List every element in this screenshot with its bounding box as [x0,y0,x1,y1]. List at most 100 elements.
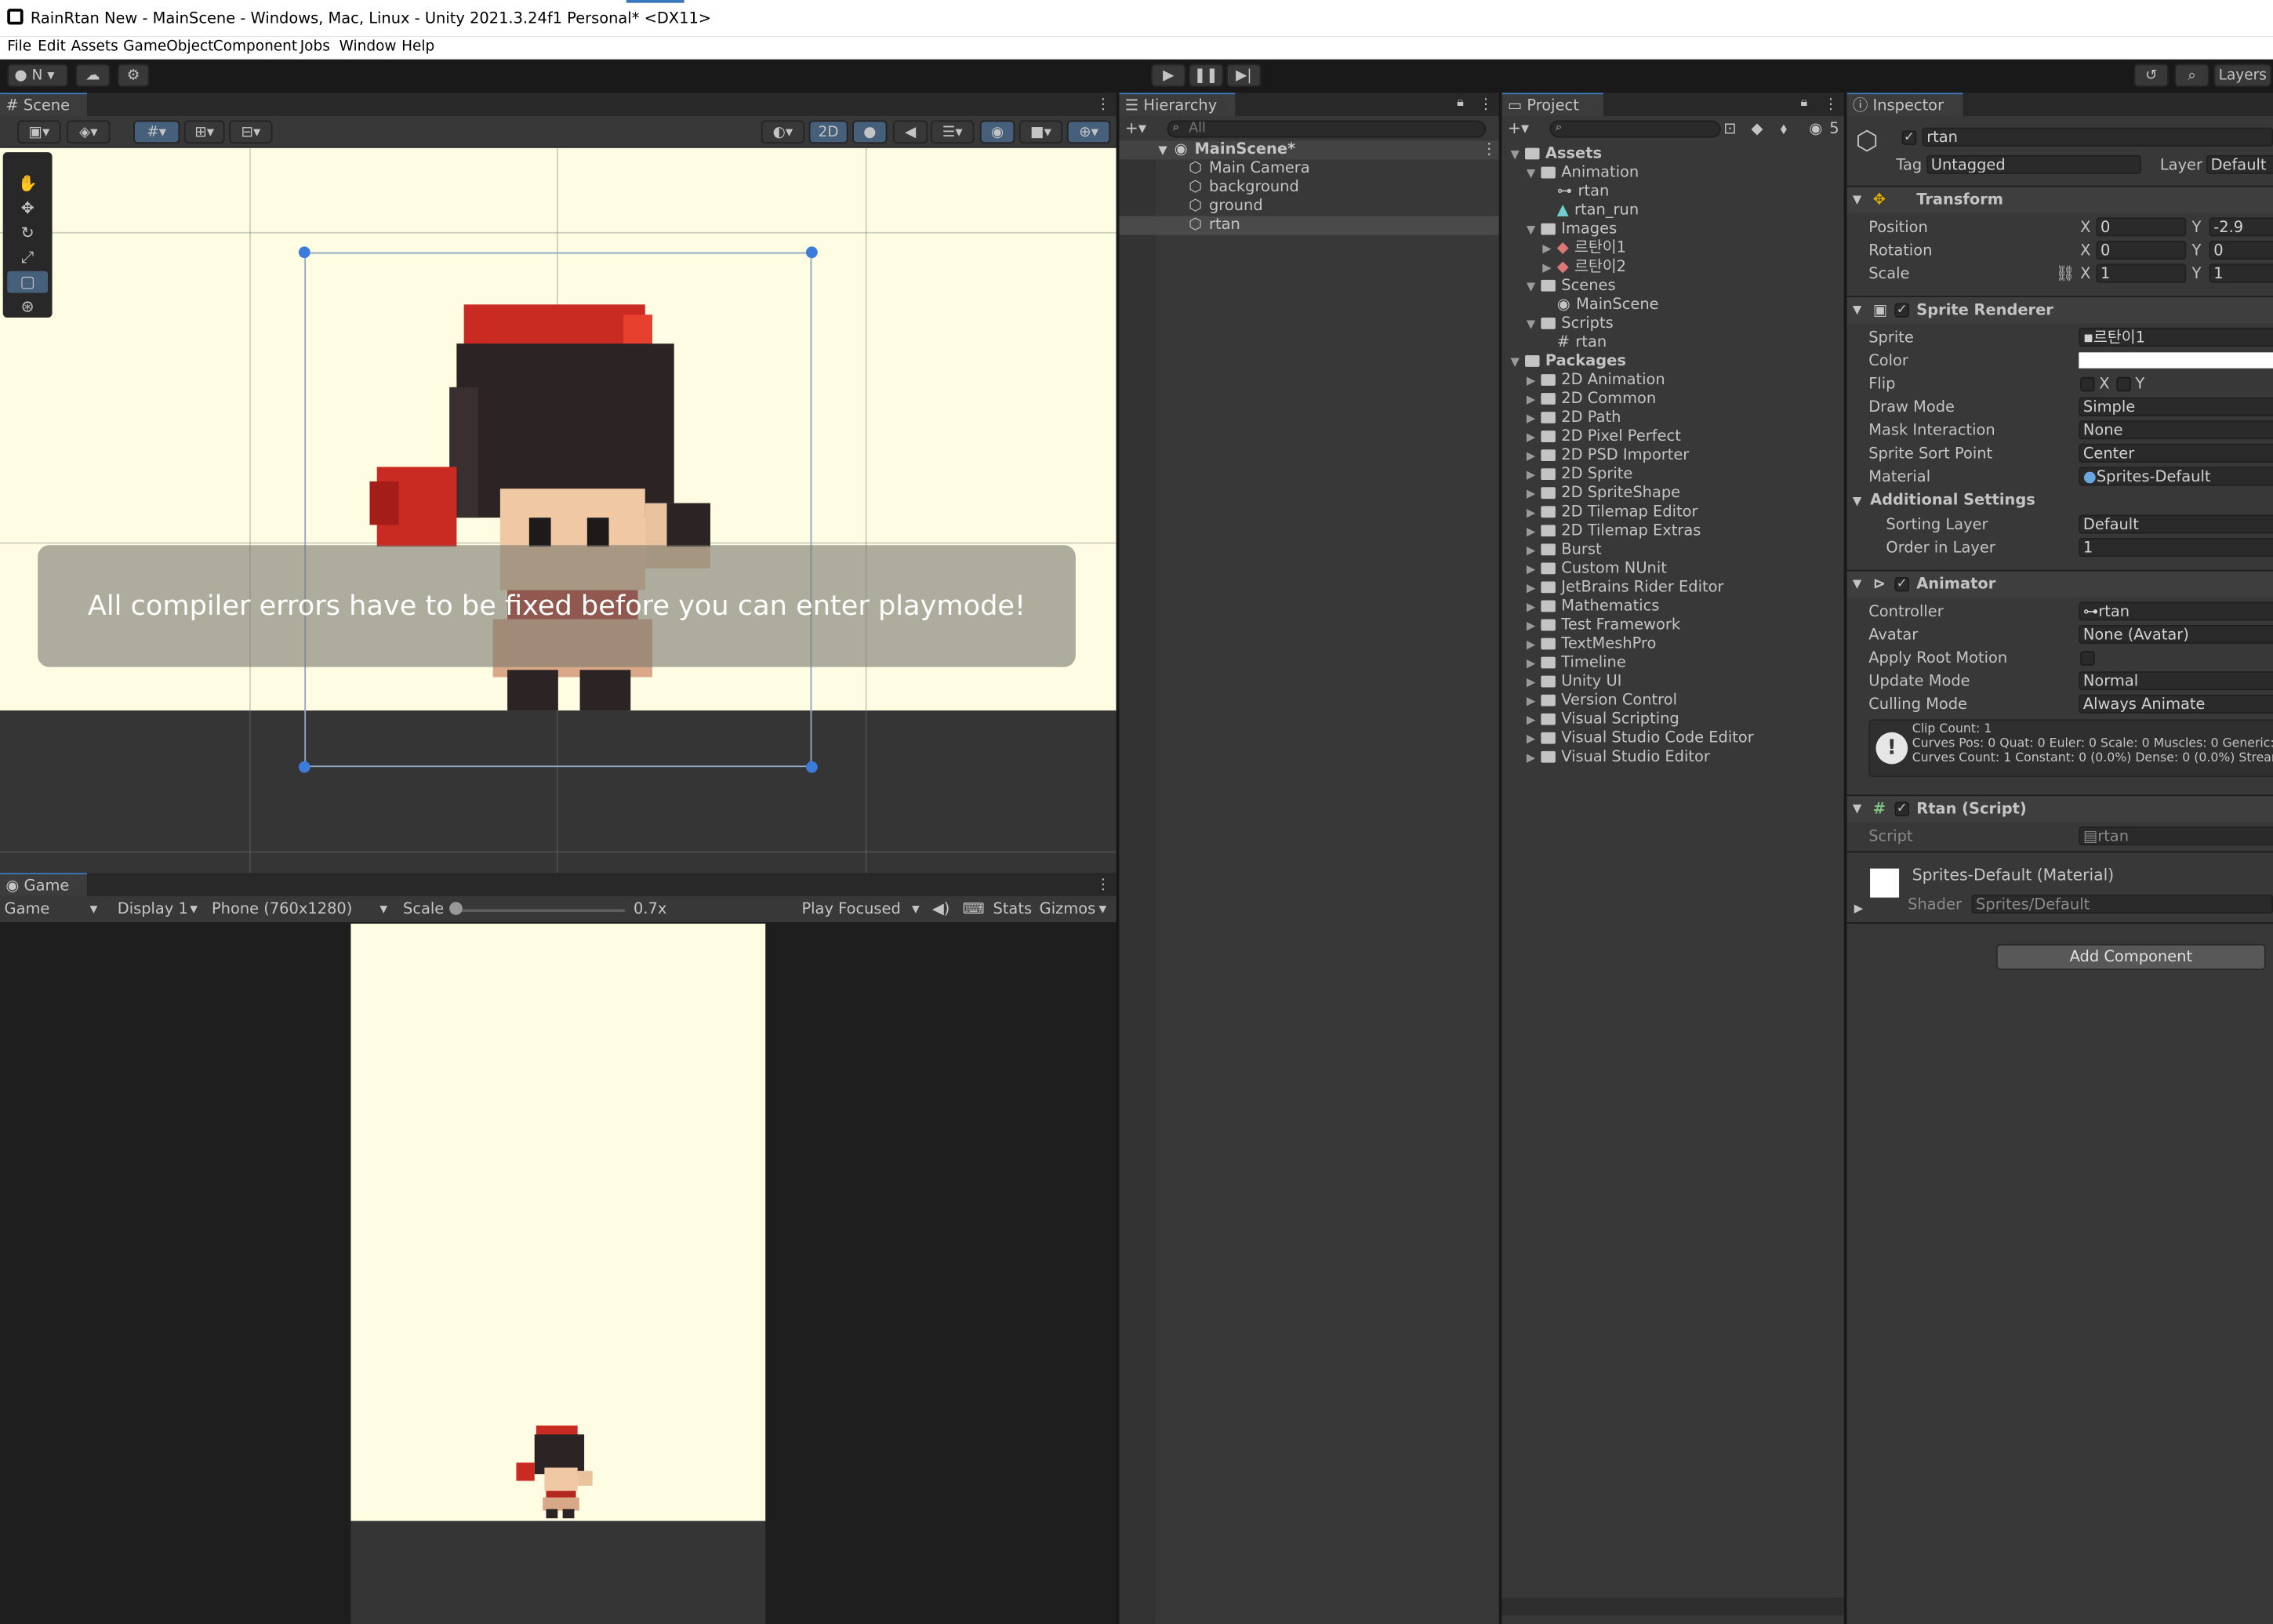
tag-select[interactable]: Untagged [1926,154,2141,174]
project-item[interactable]: ▶ Test Framework [1527,616,1680,635]
rect-handle[interactable] [298,246,310,259]
search-by-label-icon[interactable]: ◆ [1751,120,1763,137]
active-checkbox[interactable]: ✓ [1901,130,1917,145]
project-add-button[interactable]: +▾ [1508,119,1529,138]
chevron-down-icon[interactable]: ▼ [1527,164,1541,183]
scene-row[interactable]: ▼ ◉ MainScene* ⋮ [1119,140,1499,160]
project-item[interactable]: ▶ Visual Scripting [1527,710,1679,729]
object-name-field[interactable]: rtan [1922,127,2273,147]
update-mode-select[interactable]: Normal [2079,671,2273,691]
eye-off-icon[interactable]: ◉ [1809,120,1822,137]
animator-enabled-checkbox[interactable]: ✓ [1894,576,1910,592]
rotation-y-field[interactable]: 0 [2209,240,2273,260]
color-swatch[interactable] [2079,352,2273,369]
sorting-layer-select[interactable]: Default [2079,514,2273,534]
tab-project[interactable]: ▭ Project [1501,93,1603,116]
pause-button[interactable]: ❚❚ [1189,64,1224,87]
chevron-right-icon[interactable]: ▶ [1527,748,1541,767]
project-item[interactable]: ▶ 2D Pixel Perfect [1527,427,1681,446]
rotation-x-field[interactable]: 0 [2096,240,2187,260]
lock-icon[interactable]: 🔒︎ [1457,96,1464,110]
menu-window[interactable]: Window [339,39,397,55]
scale-tool-icon[interactable]: ⤢ [7,246,48,268]
scale-slider-thumb[interactable] [449,902,463,915]
shading-button[interactable]: ◈▾ [67,120,111,144]
chevron-right-icon[interactable]: ▶ [1527,673,1541,692]
rect-tool-icon[interactable]: ▢ [7,271,49,293]
position-y-field[interactable]: -2.9 [2209,217,2273,237]
project-item[interactable]: ▶ JetBrains Rider Editor [1527,579,1724,598]
material-field[interactable]: ●Sprites-Default [2079,467,2273,486]
apply-root-motion-checkbox[interactable] [2080,651,2095,666]
camera-button[interactable]: ■▾ [1018,120,1063,144]
culling-mode-select[interactable]: Always Animate [2079,694,2273,714]
project-item[interactable]: ▶ 2D Animation [1527,371,1665,390]
chevron-right-icon[interactable]: ▶ [1527,541,1541,560]
gizmos-toggle[interactable]: Gizmos [1040,900,1096,917]
chevron-right-icon[interactable]: ▶ [1527,635,1541,654]
layer-select[interactable]: Default [2206,154,2273,174]
chevron-right-icon[interactable]: ▶ [1527,522,1541,541]
scale-x-field[interactable]: 1 [2096,263,2187,283]
tab-inspector[interactable]: ⓘ Inspector [1846,93,1963,116]
menu-gameobject[interactable]: GameObject [123,39,213,55]
chevron-right-icon[interactable]: ▶ [1527,485,1541,503]
project-item[interactable]: ▼ Packages [1511,352,1626,371]
project-item[interactable]: ▶ Burst [1527,541,1602,560]
animator-header[interactable]: ▼ ⊳ ✓ Animator [1846,569,2273,598]
lock-icon[interactable]: 🔒︎ [1800,96,1807,110]
project-item[interactable]: ◉ MainScene [1542,296,1659,314]
sprite-renderer-header[interactable]: ▼ ▣ ✓ Sprite Renderer [1846,296,2273,324]
project-search[interactable]: ⌕ [1549,120,1721,138]
project-item[interactable]: ▶ ◆ 르탄이2 [1542,258,1626,277]
chevron-down-icon[interactable]: ▼ [1527,277,1541,296]
cloud-button[interactable]: ☁ [75,64,111,87]
render-mode-button[interactable]: ◐▾ [761,120,805,144]
transform-header[interactable]: ▼ ✥ Transform [1846,185,2273,213]
project-item[interactable]: ▶ Visual Studio Editor [1527,748,1710,767]
hierarchy-add-button[interactable]: +▾ [1125,119,1146,138]
stats-button[interactable]: Stats [993,900,1032,917]
chevron-down-icon[interactable]: ▼ [1511,145,1525,164]
chevron-right-icon[interactable]: ▶ [1527,616,1541,635]
chevron-right-icon[interactable]: ▶ [1527,692,1541,710]
add-component-button[interactable]: Add Component [1995,943,2266,971]
project-item[interactable]: ⊶ rtan [1542,183,1610,202]
project-item[interactable]: ▼ Animation [1527,164,1639,183]
chevron-right-icon[interactable]: ▶ [1527,710,1541,729]
rect-handle[interactable] [298,761,310,773]
scale-slider-track[interactable] [453,909,625,913]
chevron-right-icon[interactable]: ▶ [1854,902,1863,915]
transform-tool-icon[interactable]: ⊛ [7,296,48,318]
audio-button[interactable]: ◀ [892,120,928,144]
menu-edit[interactable]: Edit [38,39,66,55]
search-button[interactable]: ⌕ [2174,64,2209,87]
project-item[interactable]: ▶ 2D Common [1527,390,1656,409]
gizmos-button[interactable]: ⊕▾ [1066,120,1111,144]
shader-select[interactable]: Sprites/Default [1971,894,2273,914]
rotate-tool-icon[interactable]: ↻ [7,222,48,244]
chevron-down-icon[interactable]: ▼ [1527,314,1541,333]
hand-tool-icon[interactable]: ✋ [7,173,48,194]
project-item[interactable]: # rtan [1542,333,1607,352]
game-viewport[interactable] [0,922,1117,1624]
project-item[interactable]: ▶ 2D Sprite [1527,466,1632,485]
chevron-down-icon[interactable]: ▼ [1511,352,1525,371]
mute-audio-icon[interactable]: ◀) [932,900,950,917]
sprite-field[interactable]: ▪르탄이1 [2079,327,2273,347]
play-button[interactable]: ▶ [1151,64,1186,87]
project-item[interactable]: ▼ Assets [1511,145,1603,164]
project-item[interactable]: ▶ 2D Path [1527,409,1621,427]
scene-menu-icon[interactable]: ⋮ [1482,140,1497,159]
account-button[interactable]: ● N ▾ [7,64,68,87]
rect-handle[interactable] [805,246,818,259]
project-menu-icon[interactable]: ⋮ [1824,97,1838,113]
chevron-right-icon[interactable]: ▶ [1527,560,1541,579]
game-menu-icon[interactable]: ⋮ [1096,877,1110,893]
chevron-right-icon[interactable]: ▶ [1527,371,1541,390]
menu-assets[interactable]: Assets [71,39,118,55]
search-by-type-icon[interactable]: ⊡ [1723,120,1736,137]
project-item[interactable]: ▶ Custom NUnit [1527,560,1667,579]
resolution-select[interactable]: Phone (760x1280) [212,900,352,917]
script-enabled-checkbox[interactable]: ✓ [1894,801,1910,817]
